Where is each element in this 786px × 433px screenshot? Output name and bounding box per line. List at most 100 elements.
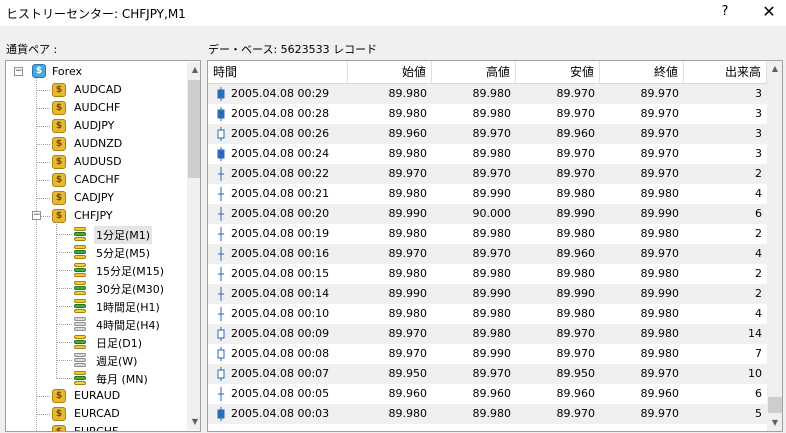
cell-volume: 3 <box>755 87 762 100</box>
cell-high: 89.970 <box>472 127 512 140</box>
cell-open: 89.980 <box>388 87 428 100</box>
scroll-thumb[interactable] <box>768 397 782 413</box>
collapse-toggle-icon[interactable]: − <box>14 67 23 76</box>
cell-close: 89.970 <box>640 367 680 380</box>
tree-symbol-item[interactable]: EURAUD <box>74 389 120 402</box>
scroll-down-arrow-icon[interactable]: ▼ <box>767 415 782 431</box>
cell-low: 89.990 <box>556 287 596 300</box>
cell-low: 89.970 <box>556 167 596 180</box>
candle-bull-icon <box>217 327 225 341</box>
cell-open: 89.970 <box>388 247 428 260</box>
table-row[interactable]: 2005.04.08 00:07 89.950 89.970 89.950 89.970… <box>208 364 767 384</box>
tree-symbol-item[interactable]: AUDNZD <box>74 137 122 150</box>
table-row[interactable]: 2005.04.08 00:19 89.980 89.980 89.980 89.980… <box>208 224 767 244</box>
tree-symbol-item[interactable]: CADJPY <box>74 191 114 204</box>
tree-guide-line <box>36 108 50 109</box>
cell-high: 89.960 <box>472 387 512 400</box>
tree-symbol-item[interactable]: EURCAD <box>74 407 120 420</box>
tree-timeframe-item[interactable]: 5分足(M5) <box>94 244 152 262</box>
table-row[interactable]: 2005.04.08 00:28 89.980 89.980 89.970 89.970… <box>208 104 767 124</box>
table-row[interactable]: 2005.04.08 00:26 89.960 89.970 89.960 89.970… <box>208 124 767 144</box>
help-button[interactable]: ? <box>712 2 738 22</box>
candle-bear-icon <box>217 147 225 161</box>
header-open[interactable]: 始値 <box>348 61 432 83</box>
cell-high: 90.000 <box>472 207 512 220</box>
candle-doji-icon <box>218 287 224 301</box>
scroll-up-arrow-icon[interactable]: ▲ <box>187 62 200 78</box>
table-row[interactable]: 2005.04.08 00:20 89.990 90.000 89.990 89.990… <box>208 204 767 224</box>
tree-symbol-item[interactable]: CADCHF <box>74 173 120 186</box>
cell-low: 89.980 <box>556 227 596 240</box>
cell-open: 89.970 <box>388 347 428 360</box>
tree-symbol-item[interactable]: CHFJPY <box>74 209 113 222</box>
scroll-down-arrow-icon[interactable]: ▼ <box>187 414 200 430</box>
cell-time: 2005.04.08 00:08 <box>231 347 330 360</box>
cell-open: 89.990 <box>388 207 428 220</box>
cell-time: 2005.04.08 00:28 <box>231 107 330 120</box>
tree-timeframe-item[interactable]: 週足(W) <box>94 352 139 370</box>
symbol-coin-icon: $ <box>52 209 66 223</box>
table-row[interactable]: 2005.04.08 00:03 89.980 89.980 89.970 89.970… <box>208 404 767 424</box>
tree-guide-line <box>56 270 72 271</box>
collapse-toggle-icon[interactable]: − <box>32 211 41 220</box>
tree-symbol-item[interactable]: EURCHF <box>74 425 118 431</box>
cell-volume: 4 <box>755 307 762 320</box>
tree-scrollbar[interactable]: ▲ ▼ <box>187 62 200 430</box>
tree-timeframe-item[interactable]: 30分足(M30) <box>94 280 166 298</box>
cell-close: 89.980 <box>640 227 680 240</box>
tree-root-label[interactable]: Forex <box>52 65 82 78</box>
tree-timeframe-item[interactable]: 日足(D1) <box>94 334 144 352</box>
tree-timeframe-item[interactable]: 1分足(M1) <box>94 226 153 244</box>
header-high[interactable]: 高値 <box>432 61 516 83</box>
currency-pair-label: 通貨ペア : <box>6 43 58 56</box>
table-row[interactable]: 2005.04.08 00:15 89.980 89.980 89.980 89.980… <box>208 264 767 284</box>
candle-bull-icon <box>217 367 225 381</box>
tree-symbol-item[interactable]: AUDUSD <box>74 155 122 168</box>
table-row[interactable]: 2005.04.08 00:09 89.970 89.980 89.970 89.980… <box>208 324 767 344</box>
timeframe-data-icon <box>72 281 88 295</box>
header-low[interactable]: 安値 <box>516 61 600 83</box>
tree-timeframe-item[interactable]: 毎月 (MN) <box>94 370 150 388</box>
table-row[interactable]: 2005.04.08 00:14 89.990 89.990 89.990 89.990… <box>208 284 767 304</box>
tree-symbol-item[interactable]: AUDCHF <box>74 101 120 114</box>
header-volume[interactable]: 出来高 <box>684 61 767 83</box>
cell-low: 89.990 <box>556 207 596 220</box>
cell-time: 2005.04.08 00:10 <box>231 307 330 320</box>
table-row[interactable]: 2005.04.08 00:10 89.980 89.980 89.980 89.980… <box>208 304 767 324</box>
tree-timeframe-item[interactable]: 4時間足(H4) <box>94 316 162 334</box>
table-row[interactable]: 2005.04.08 00:29 89.980 89.980 89.970 89.970… <box>208 84 767 104</box>
timeframe-data-icon <box>72 227 88 241</box>
tree-symbol-item[interactable]: AUDCAD <box>74 83 122 96</box>
symbol-tree[interactable]: ▲ ▼ − $ Forex $ AUDCAD $ AUDCHF $ AUDJPY $ AUDNZD $… <box>5 60 201 432</box>
timeframe-data-icon <box>72 371 88 385</box>
timeframe-data-icon <box>72 299 88 313</box>
header-close[interactable]: 終値 <box>600 61 684 83</box>
header-time[interactable]: 時間 <box>208 61 348 83</box>
scroll-thumb[interactable] <box>188 80 200 178</box>
cell-open: 89.980 <box>388 307 428 320</box>
cell-open: 89.960 <box>388 387 428 400</box>
tree-timeframe-item[interactable]: 1時間足(H1) <box>94 298 162 316</box>
cell-open: 89.960 <box>388 127 428 140</box>
table-row[interactable]: 2005.04.08 00:24 89.980 89.980 89.970 89.970… <box>208 144 767 164</box>
cell-volume: 3 <box>755 107 762 120</box>
close-button[interactable]: ✕ <box>756 2 782 22</box>
history-table[interactable]: 時間 始値 高値 安値 終値 出来高 ▲ ▼ 2005.04.08 00:29 89.980… <box>207 60 783 432</box>
table-row[interactable]: 2005.04.08 00:08 89.970 89.990 89.970 89.980… <box>208 344 767 364</box>
table-scrollbar[interactable]: ▲ ▼ <box>767 61 782 431</box>
tree-guide-line <box>56 324 72 325</box>
cell-volume: 6 <box>755 207 762 220</box>
cell-close: 89.960 <box>640 387 680 400</box>
tree-guide-line <box>56 288 72 289</box>
table-row[interactable]: 2005.04.08 00:05 89.960 89.960 89.960 89.960… <box>208 384 767 404</box>
table-row[interactable]: 2005.04.08 00:16 89.970 89.970 89.960 89.970… <box>208 244 767 264</box>
table-row[interactable]: 2005.04.08 00:21 89.980 89.990 89.980 89.980… <box>208 184 767 204</box>
tree-timeframe-item[interactable]: 15分足(M15) <box>94 262 166 280</box>
cell-open: 89.970 <box>388 167 428 180</box>
tree-symbol-item[interactable]: AUDJPY <box>74 119 114 132</box>
table-row[interactable]: 2005.04.08 00:22 89.970 89.970 89.970 89.970… <box>208 164 767 184</box>
candle-doji-icon <box>218 307 224 321</box>
scroll-up-arrow-icon[interactable]: ▲ <box>767 61 782 77</box>
cell-low: 89.950 <box>556 367 596 380</box>
tree-guide-line <box>36 90 50 91</box>
